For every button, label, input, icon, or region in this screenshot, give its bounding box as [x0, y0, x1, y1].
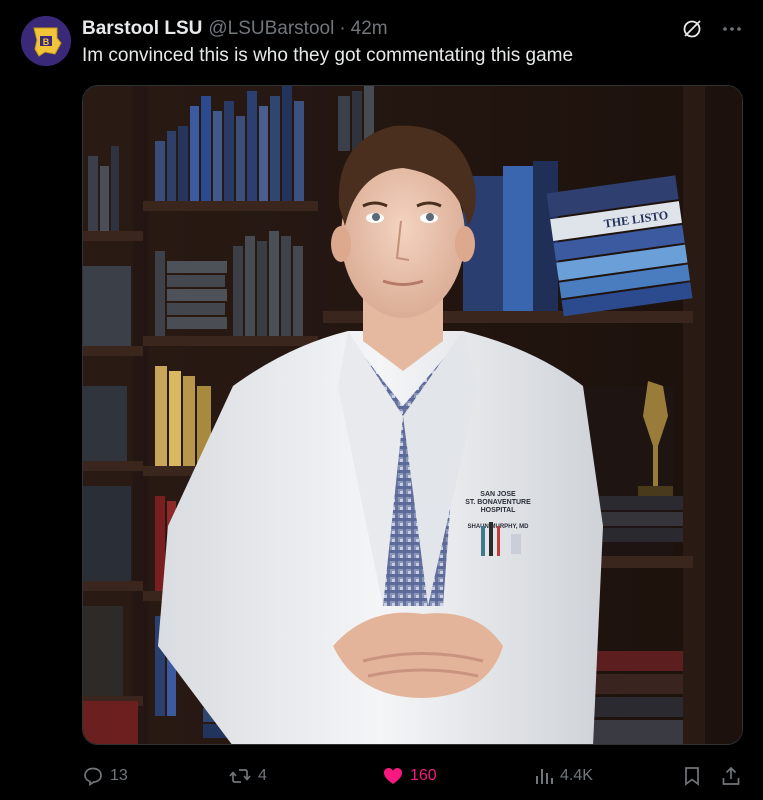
heart-filled-icon	[384, 768, 402, 784]
display-name[interactable]: Barstool LSU	[82, 18, 202, 40]
tweet-top-actions	[681, 18, 743, 40]
more-options-icon[interactable]	[721, 18, 743, 40]
bookmark-icon	[685, 767, 699, 786]
separator-dot: ·	[339, 18, 346, 39]
tweet-header: Barstool LSU @LSUBarstool · 42m	[82, 18, 683, 40]
share-button[interactable]	[720, 762, 742, 790]
reply-count: 13	[110, 767, 128, 784]
like-button[interactable]: 160	[382, 762, 437, 790]
reply-button[interactable]: 13	[82, 762, 128, 790]
tweet-text: Im convinced this is who they got commen…	[82, 45, 574, 66]
user-handle[interactable]: @LSUBarstool	[208, 18, 334, 40]
bookmark-button[interactable]	[682, 762, 702, 790]
tweet-media-image[interactable]: THE LISTO SAN JOSE ST. BONAVENTURE HOSPI…	[82, 85, 743, 745]
photo-illustration: THE LISTO SAN JOSE ST. BONAVENTURE HOSPI…	[83, 86, 742, 744]
timestamp[interactable]: 42m	[351, 18, 388, 40]
tweet-actions-bar: 13 4 160 4.4K	[82, 762, 745, 790]
avatar[interactable]: B	[21, 16, 71, 66]
coat-embroidery-line2: ST. BONAVENTURE	[465, 499, 531, 506]
grok-icon[interactable]	[681, 18, 703, 40]
more-dots-svg	[723, 27, 741, 31]
repost-button[interactable]: 4	[228, 762, 267, 790]
analytics-icon	[536, 769, 553, 784]
views-button[interactable]: 4.4K	[534, 762, 593, 790]
coat-embroidery-line1: SAN JOSE	[480, 491, 516, 498]
like-count: 160	[410, 767, 437, 784]
views-count: 4.4K	[560, 767, 593, 784]
repost-count: 4	[258, 767, 267, 784]
svg-text:B: B	[43, 37, 50, 47]
share-icon	[722, 766, 740, 785]
coat-embroidery-line3: HOSPITAL	[481, 507, 517, 514]
repost-icon	[229, 769, 251, 783]
reply-icon	[84, 767, 102, 787]
grok-icon-svg	[683, 20, 701, 38]
avatar-logo-icon: B	[21, 16, 71, 66]
